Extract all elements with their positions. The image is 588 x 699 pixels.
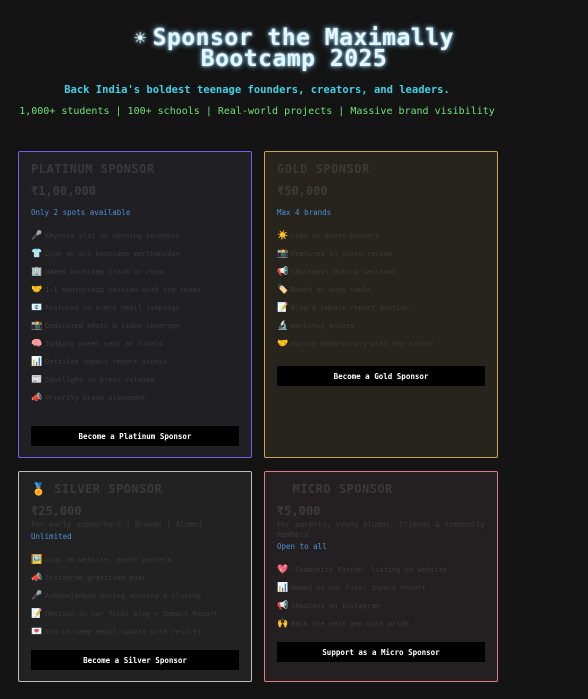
- tagline: Back India's boldest teenage founders, c…: [64, 84, 450, 96]
- camera-icon: 📸: [277, 249, 289, 259]
- microscope-icon: 🔬: [277, 321, 289, 331]
- list-item: 👕 Logo on all bootcamp merchandise: [31, 249, 180, 259]
- list-item: 🙌 Back the next gen with pride: [277, 619, 410, 629]
- list-item: 🎤 Acknowledged during opening & closing: [31, 591, 201, 601]
- mic-icon: 🎤: [31, 591, 43, 601]
- list-item: 📝 Mention in our final blog + Impact Repo…: [31, 609, 218, 619]
- list-item: 📣 Instagram gratitude post: [31, 573, 147, 583]
- brain-icon: 🧠: [31, 339, 43, 349]
- page-title: ☀ Sponsor the Maximally Bootcamp 2025: [0, 26, 588, 72]
- micro-price: ₹5,000: [277, 504, 321, 518]
- micro-availability: Open to all: [277, 542, 327, 551]
- list-item: 🖼️ Logo on website, event posters: [31, 555, 172, 565]
- platinum-availability: Only 2 spots available: [31, 208, 131, 217]
- handshake-icon: 🤝: [31, 285, 43, 295]
- list-item: 📊 Named in our Final Impact Report: [277, 583, 426, 593]
- list-item: 📢 Shoutout on Instagram: [277, 601, 380, 611]
- email-icon: 📧: [31, 303, 43, 313]
- chart-icon: 📊: [277, 583, 289, 593]
- micro-title: ♡ MICRO SPONSOR: [277, 482, 393, 496]
- list-item: 📸 Dedicated photo & video coverage: [31, 321, 180, 331]
- platinum-benefits-list: 🎤 Keynote slot at opening ceremony 👕 Logo …: [31, 227, 239, 407]
- sun-icon: ☀️: [277, 231, 289, 241]
- gold-title: GOLD SPONSOR: [277, 162, 370, 176]
- mic-icon: 🎤: [31, 231, 43, 241]
- become-silver-sponsor-button[interactable]: Become a Silver Sponsor: [31, 650, 239, 670]
- camera-icon: 📸: [31, 321, 43, 331]
- megaphone-icon: 📣: [31, 573, 43, 583]
- platinum-price: ₹1,00,000: [31, 184, 97, 198]
- gold-price: ₹50,000: [277, 184, 328, 198]
- list-item: 🤝 1:1 mentorship session with top teams: [31, 285, 201, 295]
- support-micro-sponsor-button[interactable]: Support as a Micro Sponsor: [277, 642, 485, 662]
- platinum-sponsor-card: PLATINUM SPONSOR ₹1,00,000 Only 2 spots …: [18, 151, 252, 458]
- list-item: 🔬 Workshop access: [277, 321, 355, 331]
- micro-benefits-list: 💖 "Community Patron" listing on website 📊…: [277, 561, 485, 633]
- become-gold-sponsor-button[interactable]: Become a Gold Sponsor: [277, 366, 485, 386]
- picture-icon: 🖼️: [31, 555, 43, 565]
- megaphone-icon: 📣: [31, 393, 43, 403]
- sun-icon: ☀: [134, 26, 147, 50]
- list-item: 📝 Blog & impact report mention: [277, 303, 410, 313]
- list-item: 💖 "Community Patron" listing on website: [277, 565, 447, 575]
- silver-subtitle: For early supporters | Brands | Alumni: [31, 520, 203, 529]
- newspaper-icon: 📰: [31, 375, 43, 385]
- silver-benefits-list: 🖼️ Logo on website, event posters 📣 Instag…: [31, 551, 239, 641]
- tag-icon: 🏷️: [277, 285, 289, 295]
- megaphone-icon: 📢: [277, 267, 289, 277]
- silver-price: ₹25,000: [31, 504, 82, 518]
- silver-sponsor-card: 🏅 SILVER SPONSOR ₹25,000 For early suppo…: [18, 471, 252, 682]
- shirt-icon: 👕: [31, 249, 43, 259]
- list-item: 📸 Featured in photo recaps: [277, 249, 393, 259]
- page-title-line2: Bootcamp 2025: [200, 46, 388, 72]
- list-item: 📊 Detailed impact report access: [31, 357, 168, 367]
- list-item: 🎤 Keynote slot at opening ceremony: [31, 231, 180, 241]
- medal-icon: 🏅: [31, 482, 47, 496]
- list-item: 🏷️ Booth or swag table: [277, 285, 372, 295]
- raised-hands-icon: 🙌: [277, 619, 289, 629]
- list-item: 📰 Spotlight in press release: [31, 375, 155, 385]
- list-item: 🧠 Judging panel seat at finals: [31, 339, 164, 349]
- list-item: 🤝 Hiring opportunity with top talent: [277, 339, 435, 349]
- list-item: 🏢 Named bootcamp track or room: [31, 267, 164, 277]
- megaphone-icon: 📢: [277, 601, 289, 611]
- love-letter-icon: 💌: [31, 627, 43, 637]
- platinum-title: PLATINUM SPONSOR: [31, 162, 155, 176]
- building-icon: 🏢: [31, 267, 43, 277]
- gold-benefits-list: ☀️ Logo on event banners 📸 Featured in pho…: [277, 227, 485, 353]
- list-item: 📣 Priority brand placement: [31, 393, 147, 403]
- silver-availability: Unlimited: [31, 532, 72, 541]
- list-item: ☀️ Logo on event banners: [277, 231, 380, 241]
- silver-title: 🏅 SILVER SPONSOR: [31, 482, 163, 496]
- heart-icon: ♡: [277, 482, 285, 496]
- list-item: 📧 Featured in every email campaign: [31, 303, 180, 313]
- micro-sponsor-card: ♡ MICRO SPONSOR ₹5,000 For parents, youn…: [264, 471, 498, 682]
- list-item: 📢 Shoutouts during sessions: [277, 267, 397, 277]
- sparkling-heart-icon: 💖: [277, 565, 289, 575]
- chart-icon: 📊: [31, 357, 43, 367]
- memo-icon: 📝: [31, 609, 43, 619]
- stats-line: 1,000+ students | 100+ schools | Real-wo…: [19, 106, 495, 117]
- gold-sponsor-card: GOLD SPONSOR ₹50,000 Max 4 brands ☀️ Logo…: [264, 151, 498, 458]
- handshake-icon: 🤝: [277, 339, 289, 349]
- gold-availability: Max 4 brands: [277, 208, 332, 217]
- list-item: 💌 End-of-camp email update with results: [31, 627, 201, 637]
- become-platinum-sponsor-button[interactable]: Become a Platinum Sponsor: [31, 426, 239, 446]
- micro-subtitle: For parents, young alumni, friends & com…: [277, 520, 485, 539]
- memo-icon: 📝: [277, 303, 289, 313]
